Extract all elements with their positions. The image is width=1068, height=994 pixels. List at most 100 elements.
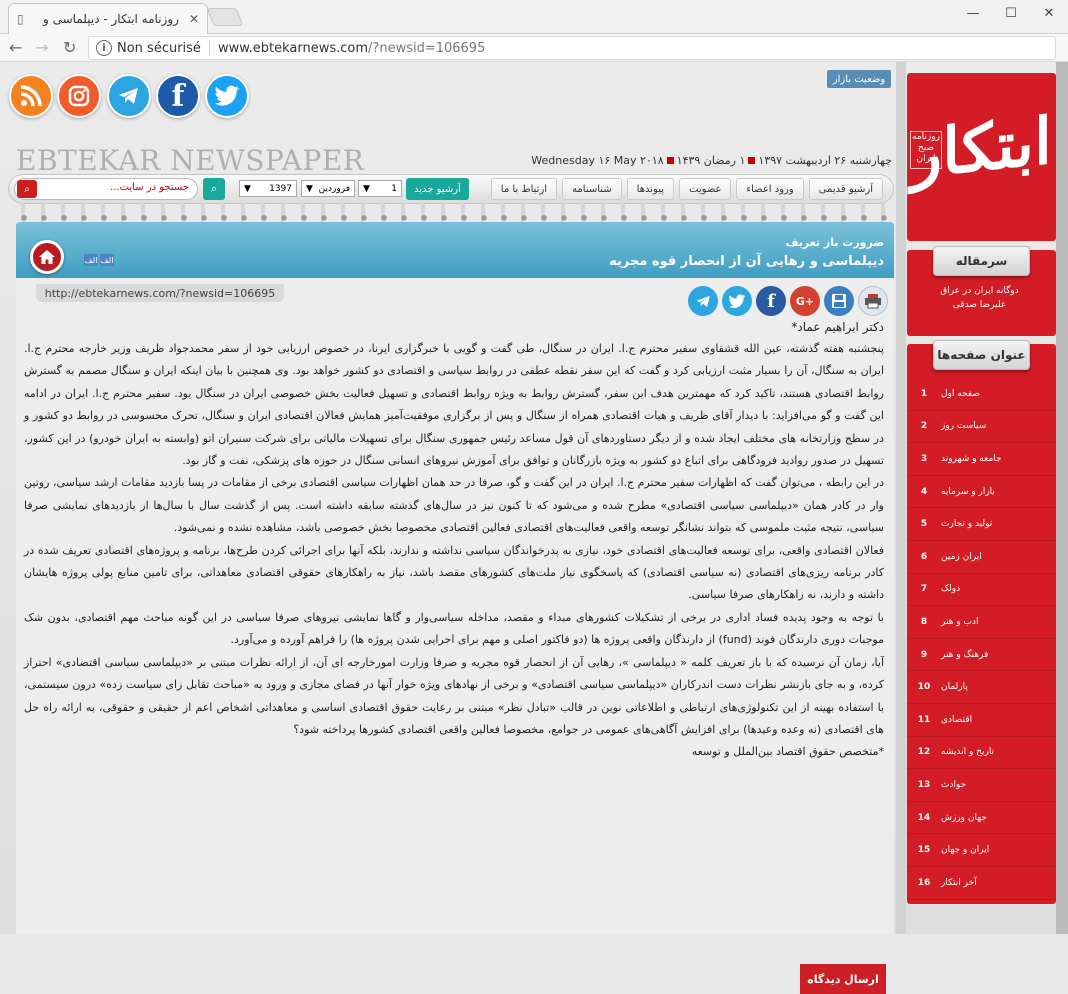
nav-item-login[interactable]: ورود اعضاء: [736, 178, 804, 200]
page-item-16[interactable]: 16 آخر ابتکار: [907, 867, 1056, 900]
send-comment-button[interactable]: ارسال دیدگاه: [800, 964, 886, 994]
telegram-icon[interactable]: [107, 74, 151, 118]
browser-tab[interactable]: ▯ روزنامه ابتکار - دیپلماسی و ✕: [8, 3, 208, 34]
page-item-5[interactable]: 5 تولید و تجارت: [907, 508, 1056, 541]
maximize-icon[interactable]: ☐: [992, 0, 1030, 26]
page-item-12[interactable]: 12 تاریخ و اندیشه: [907, 737, 1056, 770]
new-tab-button[interactable]: [206, 8, 244, 26]
home-button[interactable]: [30, 240, 64, 274]
page-number: 1: [920, 388, 928, 399]
pages-label: عنوان صفحه‌ها: [933, 340, 1030, 370]
date-gregorian: Wednesday ۱۶ May ۲۰۱۸: [531, 154, 664, 167]
share-buttons: G+ f: [688, 286, 888, 316]
telegram-share-button[interactable]: [688, 286, 718, 316]
page-item-2[interactable]: 2 سیاست روز: [907, 411, 1056, 444]
font-increase-button[interactable]: الف: [84, 254, 98, 266]
new-archive-button[interactable]: آرشیو جدید: [406, 178, 469, 200]
spiral-binding-decoration: [14, 202, 894, 224]
page: f EBTEKAR NEWSPAPER وضعیت بازار چهارشنبه…: [0, 62, 1068, 994]
year-select[interactable]: ▼ 1397: [239, 180, 297, 197]
day-select[interactable]: ▼ 1: [358, 180, 402, 197]
page-title: تولید و تجارت: [941, 519, 993, 530]
nav-item-links[interactable]: پیوندها: [626, 178, 674, 200]
nav-item-membership[interactable]: عضویت: [679, 178, 732, 200]
facebook-icon: f: [767, 290, 775, 312]
instagram-icon[interactable]: [57, 74, 101, 118]
page-item-1[interactable]: 1 صفحه اول: [907, 378, 1056, 411]
nav-item-contact[interactable]: ارتباط با ما: [490, 178, 558, 200]
main-nav: آرشیو قدیمی ورود اعضاء عضویت پیوندها شنا…: [8, 174, 894, 204]
address-bar[interactable]: i Non sécurisé www.ebtekarnews.com /?new…: [88, 36, 1056, 60]
googleplus-icon: G+: [795, 294, 815, 308]
page-title: صفحه اول: [941, 388, 981, 399]
page-item-13[interactable]: 13 حوادث: [907, 769, 1056, 802]
page-item-9[interactable]: 9 فرهنگ و هنر: [907, 639, 1056, 672]
page-number: 15: [917, 845, 931, 856]
page-item-15[interactable]: 15 ایران و جهان: [907, 834, 1056, 867]
close-window-icon[interactable]: ✕: [1030, 0, 1068, 26]
page-title: جهان ورزش: [941, 812, 987, 823]
save-icon: [832, 294, 846, 308]
page-item-6[interactable]: 6 ایران زمین: [907, 541, 1056, 574]
page-item-3[interactable]: 3 جامعه و شهروند: [907, 443, 1056, 476]
reload-icon[interactable]: ↻: [63, 38, 76, 57]
nav-item-old-archive[interactable]: آرشیو قدیمی: [808, 178, 883, 200]
facebook-icon[interactable]: f: [156, 74, 200, 118]
page-title: حوادث: [941, 779, 967, 790]
twitter-share-button[interactable]: [722, 286, 752, 316]
page-item-8[interactable]: 8 ادب و هنر: [907, 606, 1056, 639]
page-title: سیاست روز: [941, 421, 987, 432]
forward-arrow-icon[interactable]: →: [35, 38, 48, 57]
minimize-icon[interactable]: —: [954, 0, 992, 26]
page-number: 11: [917, 714, 931, 725]
page-title: اقتصادی: [941, 714, 973, 725]
back-arrow-icon[interactable]: ←: [9, 38, 22, 57]
page-item-4[interactable]: 4 بازار و سرمایه: [907, 476, 1056, 509]
short-url[interactable]: http://ebtekarnews.com/?newsid=106695: [36, 284, 284, 302]
save-button[interactable]: [824, 286, 854, 316]
page-number: 7: [920, 584, 928, 595]
site-search-button[interactable]: ⌕: [17, 180, 37, 198]
info-icon[interactable]: i: [96, 40, 112, 56]
telegram-icon: [695, 295, 710, 307]
page-number: 14: [917, 812, 931, 823]
page-title: آخر ابتکار: [941, 877, 977, 888]
page-item-14[interactable]: 14 جهان ورزش: [907, 802, 1056, 835]
search-icon: ⌕: [24, 183, 30, 195]
paragraph: پنجشنبه هفته گذشته، عین الله قشقاوی سفیر…: [24, 342, 884, 468]
scrollbar[interactable]: [1056, 62, 1068, 934]
paragraph: در این رابطه ، می‌توان گفت که اظهارات سف…: [24, 476, 884, 535]
chevron-down-icon: ▼: [363, 183, 370, 194]
nav-item-about[interactable]: شناسنامه: [562, 178, 622, 200]
site-search-input[interactable]: ⌕ جستجو در سایت...: [14, 178, 198, 200]
security-label: Non sécurisé: [117, 40, 201, 56]
editorial-link[interactable]: دوگانه ایران در عراق علیرضا صدقی: [917, 284, 1042, 312]
month-select[interactable]: ▼ فروردین: [301, 180, 355, 197]
editorial-box: سرمقاله دوگانه ایران در عراق علیرضا صدقی: [907, 246, 1056, 336]
editorial-author: علیرضا صدقی: [952, 300, 1007, 310]
close-tab-icon[interactable]: ✕: [189, 12, 199, 26]
twitter-icon[interactable]: [205, 74, 249, 118]
page-number: 6: [920, 551, 928, 562]
date-persian: چهارشنبه ۲۶ اردیبهشت ۱۳۹۷: [758, 154, 892, 167]
article-text: پنجشنبه هفته گذشته، عین الله قشقاوی سفیر…: [24, 338, 884, 764]
tab-title: روزنامه ابتکار - دیپلماسی و: [43, 12, 179, 26]
article-body: http://ebtekarnews.com/?newsid=106695 G+…: [16, 278, 894, 994]
facebook-share-button[interactable]: f: [756, 286, 786, 316]
page-item-11[interactable]: 11 اقتصادی: [907, 704, 1056, 737]
googleplus-share-button[interactable]: G+: [790, 286, 820, 316]
paragraph: با توجه به وجود پدیده فساد اداری در برخی…: [24, 610, 884, 647]
date-separator: [666, 157, 674, 164]
home-icon: [39, 250, 55, 264]
chevron-down-icon: ▼: [306, 183, 313, 194]
page-item-7[interactable]: 7 دولک: [907, 574, 1056, 607]
page-item-10[interactable]: 10 پارلمان: [907, 671, 1056, 704]
browser-toolbar: ← → ↻ i Non sécurisé www.ebtekarnews.com…: [0, 34, 1068, 62]
page-number: 2: [920, 421, 928, 432]
font-decrease-button[interactable]: الف: [100, 254, 114, 266]
archive-search-button[interactable]: ⌕: [203, 178, 225, 200]
rss-icon[interactable]: [9, 74, 53, 118]
market-status-button[interactable]: وضعیت بازار: [827, 70, 891, 88]
print-button[interactable]: [858, 286, 888, 316]
site-logo[interactable]: ابتکار روزنامه صبح ایران: [907, 73, 1056, 241]
